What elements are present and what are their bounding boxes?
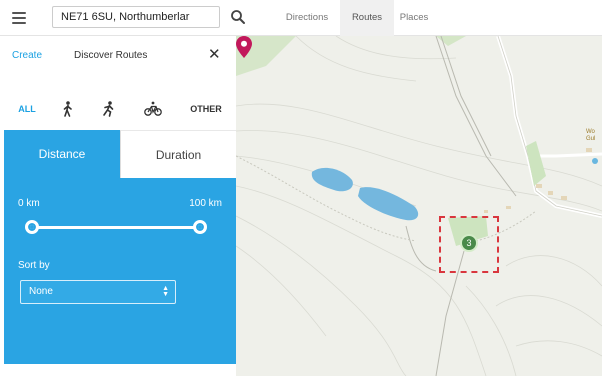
route-cluster-marker[interactable]: 3 bbox=[460, 234, 478, 252]
range-max-label: 100 km bbox=[189, 198, 222, 209]
location-pin-icon[interactable] bbox=[236, 36, 252, 58]
top-bar: NE71 6SU, Northumberlar Directions Route… bbox=[0, 0, 602, 36]
search-icon[interactable] bbox=[230, 9, 246, 25]
map-view[interactable]: Wo Gul 3 bbox=[236, 36, 602, 376]
search-input[interactable]: NE71 6SU, Northumberlar bbox=[52, 6, 220, 28]
mode-all[interactable]: ALL bbox=[12, 94, 42, 124]
close-icon[interactable]: ✕ bbox=[208, 47, 221, 63]
mode-other[interactable]: OTHER bbox=[186, 94, 226, 124]
tab-distance[interactable]: Distance bbox=[4, 130, 120, 178]
poi-label: Wo Gul bbox=[586, 129, 596, 142]
slider-min-handle[interactable] bbox=[25, 220, 39, 234]
discover-routes-panel: Create Discover Routes ✕ ALL OTHER Dista… bbox=[0, 36, 236, 376]
slider-max-handle[interactable] bbox=[193, 220, 207, 234]
distance-slider-track[interactable] bbox=[32, 226, 200, 229]
range-min-label: 0 km bbox=[18, 198, 40, 209]
running-person-icon[interactable] bbox=[98, 94, 118, 124]
panel-header: Create Discover Routes ✕ bbox=[0, 36, 236, 76]
bicycle-icon[interactable] bbox=[142, 94, 164, 124]
menu-icon[interactable] bbox=[12, 12, 26, 24]
create-link[interactable]: Create bbox=[12, 50, 42, 61]
tab-directions[interactable]: Directions bbox=[274, 0, 340, 36]
tab-routes[interactable]: Routes bbox=[340, 0, 394, 36]
select-caret-icon: ▲ ▼ bbox=[162, 285, 169, 298]
walking-person-icon[interactable] bbox=[58, 94, 78, 124]
filter-block: Distance Duration 0 km 100 km Sort by No… bbox=[4, 130, 236, 364]
panel-title: Discover Routes bbox=[74, 50, 148, 61]
tab-duration[interactable]: Duration bbox=[120, 130, 236, 178]
map-canvas bbox=[236, 36, 602, 376]
sort-by-label: Sort by bbox=[18, 260, 50, 271]
activity-mode-bar: ALL OTHER bbox=[0, 94, 236, 124]
poi-dot-icon[interactable] bbox=[592, 158, 598, 164]
sort-selected-value: None bbox=[29, 286, 53, 297]
sort-by-select[interactable]: None ▲ ▼ bbox=[20, 280, 176, 304]
tab-places[interactable]: Places bbox=[394, 0, 434, 36]
